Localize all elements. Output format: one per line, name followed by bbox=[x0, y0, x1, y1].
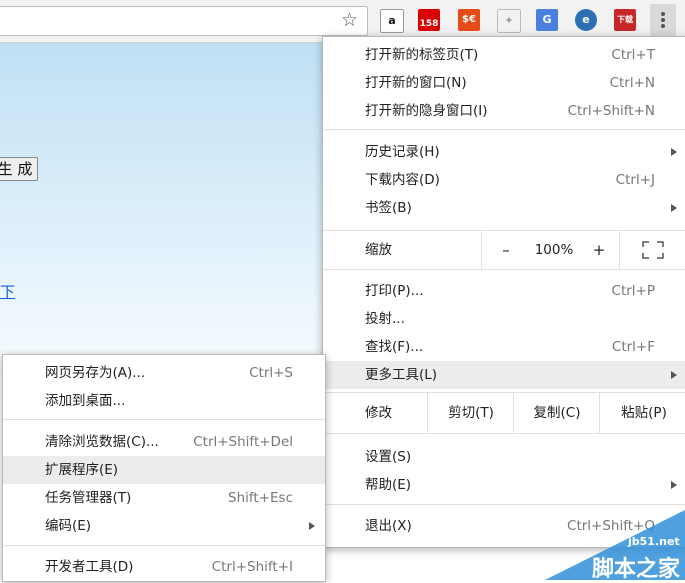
address-bar[interactable] bbox=[0, 6, 368, 36]
menu-item-label: 设置(S) bbox=[365, 449, 412, 465]
menu-bookmarks[interactable]: 书签(B) bbox=[323, 194, 685, 222]
chrome-menu-icon[interactable] bbox=[650, 4, 676, 36]
menu-item-label: 添加到桌面... bbox=[45, 393, 126, 409]
menu-separator bbox=[3, 419, 325, 420]
amazon-icon[interactable]: a bbox=[380, 9, 404, 33]
menu-item-shortcut: Ctrl+N bbox=[609, 75, 655, 91]
menu-item-label: 清除浏览数据(C)... bbox=[45, 434, 159, 450]
menu-item-shortcut: Ctrl+J bbox=[615, 172, 655, 188]
menu-print[interactable]: 打印(P)... Ctrl+P bbox=[323, 277, 685, 305]
menu-item-label: 退出(X) bbox=[365, 518, 412, 534]
chrome-main-menu: 打开新的标签页(T) Ctrl+T 打开新的窗口(N) Ctrl+N 打开新的隐… bbox=[322, 36, 685, 548]
paste-button[interactable]: 粘贴(P) bbox=[599, 393, 685, 433]
submenu-arrow-icon bbox=[309, 522, 315, 530]
menu-item-shortcut: Ctrl+Shift+Del bbox=[193, 434, 293, 450]
menu-new-incognito[interactable]: 打开新的隐身窗口(I) Ctrl+Shift+N bbox=[323, 97, 685, 125]
download-icon[interactable]: 下载 bbox=[614, 9, 636, 31]
menu-separator bbox=[323, 269, 685, 270]
currency-icon[interactable]: $€ bbox=[458, 9, 480, 31]
menu-item-label: 投射... bbox=[365, 311, 405, 327]
menu-help[interactable]: 帮助(E) bbox=[323, 471, 685, 499]
badge-158-icon[interactable]: 158 bbox=[418, 9, 440, 31]
submenu-add-to-desktop[interactable]: 添加到桌面... bbox=[3, 387, 325, 415]
menu-edit-row: 修改 剪切(T) 复制(C) 粘贴(P) bbox=[323, 393, 685, 433]
menu-item-label: 打开新的标签页(T) bbox=[365, 47, 479, 63]
menu-item-label: 打开新的隐身窗口(I) bbox=[365, 103, 488, 119]
submenu-arrow-icon bbox=[671, 481, 677, 489]
zoom-label: 缩放 bbox=[365, 242, 392, 258]
menu-item-label: 网页另存为(A)... bbox=[45, 365, 146, 381]
menu-settings[interactable]: 设置(S) bbox=[323, 443, 685, 471]
submenu-save-page[interactable]: 网页另存为(A)... Ctrl+S bbox=[3, 359, 325, 387]
submenu-arrow-icon bbox=[671, 148, 677, 156]
menu-item-label: 书签(B) bbox=[365, 200, 412, 216]
submenu-task-manager[interactable]: 任务管理器(T) Shift+Esc bbox=[3, 484, 325, 512]
menu-find[interactable]: 查找(F)... Ctrl+F bbox=[323, 333, 685, 361]
zoom-value: 100% bbox=[534, 242, 574, 258]
zoom-in-button[interactable]: + bbox=[579, 231, 619, 269]
submenu-dev-tools[interactable]: 开发者工具(D) Ctrl+Shift+I bbox=[3, 553, 325, 581]
submenu-extensions[interactable]: 扩展程序(E) bbox=[3, 456, 325, 484]
menu-item-label: 编码(E) bbox=[45, 518, 92, 534]
watermark: jb51.net 脚本之家 bbox=[520, 505, 685, 582]
menu-item-label: 下载内容(D) bbox=[365, 172, 440, 188]
menu-item-shortcut: Ctrl+Shift+I bbox=[211, 559, 293, 575]
menu-history[interactable]: 历史记录(H) bbox=[323, 138, 685, 166]
menu-item-shortcut: Ctrl+Shift+N bbox=[567, 103, 655, 119]
menu-separator bbox=[323, 433, 685, 434]
watermark-name: 脚本之家 bbox=[592, 557, 681, 582]
menu-item-label: 查找(F)... bbox=[365, 339, 424, 355]
cut-button[interactable]: 剪切(T) bbox=[427, 393, 514, 433]
submenu-arrow-icon bbox=[671, 204, 677, 212]
menu-separator bbox=[3, 545, 325, 546]
translate-icon[interactable]: G bbox=[536, 9, 558, 31]
menu-item-label: 任务管理器(T) bbox=[45, 490, 132, 506]
generate-button[interactable]: 生 成 bbox=[0, 157, 38, 181]
submenu-encoding[interactable]: 编码(E) bbox=[3, 512, 325, 540]
menu-downloads[interactable]: 下载内容(D) Ctrl+J bbox=[323, 166, 685, 194]
shield-icon[interactable]: ✦ bbox=[497, 9, 521, 33]
menu-item-shortcut: Ctrl+P bbox=[611, 283, 655, 299]
menu-item-label: 历史记录(H) bbox=[365, 144, 440, 160]
watermark-site: jb51.net bbox=[628, 535, 680, 548]
menu-item-label: 更多工具(L) bbox=[365, 367, 438, 383]
fullscreen-icon[interactable] bbox=[619, 231, 685, 269]
menu-separator bbox=[323, 129, 685, 130]
menu-more-tools[interactable]: 更多工具(L) bbox=[323, 361, 685, 389]
menu-item-label: 扩展程序(E) bbox=[45, 462, 119, 478]
menu-new-window[interactable]: 打开新的窗口(N) Ctrl+N bbox=[323, 69, 685, 97]
menu-item-shortcut: Ctrl+T bbox=[611, 47, 655, 63]
e-icon[interactable]: e bbox=[575, 9, 597, 31]
zoom-out-button[interactable]: – bbox=[481, 231, 530, 269]
copy-button[interactable]: 复制(C) bbox=[513, 393, 600, 433]
submenu-clear-data[interactable]: 清除浏览数据(C)... Ctrl+Shift+Del bbox=[3, 428, 325, 456]
edit-label: 修改 bbox=[365, 405, 392, 421]
menu-item-shortcut: Shift+Esc bbox=[228, 490, 293, 506]
menu-item-shortcut: Ctrl+S bbox=[249, 365, 293, 381]
page-link[interactable]: 下 bbox=[0, 281, 15, 302]
submenu-arrow-icon bbox=[671, 371, 677, 379]
menu-item-label: 打印(P)... bbox=[365, 283, 424, 299]
more-tools-submenu: 网页另存为(A)... Ctrl+S 添加到桌面... 清除浏览数据(C)...… bbox=[2, 354, 326, 582]
menu-item-label: 打开新的窗口(N) bbox=[365, 75, 467, 91]
menu-zoom-row: 缩放 – 100% + bbox=[323, 231, 685, 269]
menu-cast[interactable]: 投射... bbox=[323, 305, 685, 333]
menu-item-label: 开发者工具(D) bbox=[45, 559, 134, 575]
menu-item-label: 帮助(E) bbox=[365, 477, 412, 493]
menu-new-tab[interactable]: 打开新的标签页(T) Ctrl+T bbox=[323, 41, 685, 69]
bookmark-star-icon[interactable]: ☆ bbox=[341, 9, 358, 31]
menu-item-shortcut: Ctrl+F bbox=[611, 339, 655, 355]
